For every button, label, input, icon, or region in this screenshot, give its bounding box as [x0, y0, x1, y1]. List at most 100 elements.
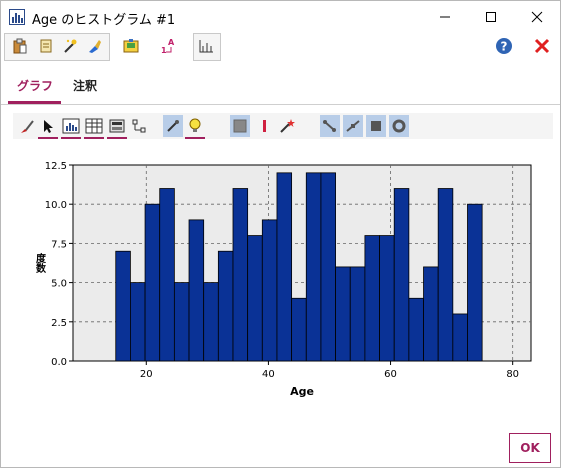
x-tick-label: 80	[506, 369, 519, 380]
main-toolbar: A1 ?	[1, 33, 560, 61]
histogram-bar	[144, 203, 161, 362]
histogram-bar	[232, 188, 249, 362]
table-icon	[85, 118, 103, 134]
magic-wand-button[interactable]	[59, 33, 81, 59]
brush-tool-icon	[21, 120, 34, 133]
chart-frame-icon	[62, 118, 80, 134]
clipboard-icon	[13, 38, 27, 54]
minimize-icon	[440, 16, 450, 18]
chart-frame-button[interactable]	[61, 115, 81, 139]
tab-graph[interactable]: グラフ	[17, 77, 53, 94]
y-tick-label: 7.5	[51, 239, 67, 250]
line-color-icon	[263, 120, 266, 132]
exit-button[interactable]	[531, 33, 553, 59]
histogram-bar	[188, 219, 205, 362]
node-button[interactable]	[129, 115, 149, 137]
window-title: Age のヒストグラム #1	[32, 13, 176, 28]
table-button[interactable]	[84, 115, 104, 139]
fill-icon	[233, 119, 247, 133]
pointer-tool-button[interactable]	[38, 115, 58, 139]
histogram-bar	[452, 313, 468, 362]
connect-line-icon	[323, 120, 336, 132]
lightbulb-button[interactable]	[185, 115, 205, 139]
tab-divider	[1, 104, 560, 105]
histogram-bar	[379, 235, 395, 362]
x-tick-label: 40	[262, 369, 275, 380]
step-line-button[interactable]	[343, 115, 363, 137]
ok-button[interactable]: OK	[509, 433, 551, 463]
histogram-bar	[276, 172, 293, 362]
explode-button[interactable]	[163, 115, 183, 137]
histogram-window: Age のヒストグラム #1 A1 ? グラフ 注釈 0.0 2.5 5.0 7…	[0, 0, 561, 468]
close-window-button[interactable]	[514, 1, 560, 33]
wand-icon	[280, 119, 295, 133]
panel-button[interactable]	[107, 115, 127, 139]
node-icon	[132, 119, 146, 133]
tab-bar: グラフ 注釈	[1, 65, 560, 105]
svg-text:1: 1	[161, 46, 167, 55]
exit-icon	[534, 38, 550, 54]
histogram-bar	[364, 235, 380, 362]
step-line-icon	[346, 120, 360, 132]
maximize-button[interactable]	[468, 1, 514, 33]
edit-button[interactable]	[35, 33, 57, 59]
square-marker-icon	[371, 121, 381, 131]
x-axis-label: Age	[290, 385, 314, 398]
grid-export-button[interactable]	[120, 33, 142, 59]
square-marker-button[interactable]	[366, 115, 386, 137]
explode-icon	[167, 120, 179, 132]
close-icon	[531, 11, 543, 23]
circle-marker-button[interactable]	[389, 115, 409, 137]
wand-button[interactable]	[277, 115, 297, 137]
svg-text:A: A	[168, 38, 175, 47]
x-axis: 20 40 60 80	[140, 361, 519, 380]
axis-button[interactable]	[195, 33, 217, 59]
histogram-bar	[115, 250, 131, 362]
histogram-bar	[159, 188, 175, 362]
lightbulb-icon	[189, 118, 201, 132]
histogram-bar	[335, 266, 351, 362]
histogram-bar	[467, 203, 483, 362]
tab-annotations[interactable]: 注釈	[73, 77, 97, 94]
y-axis: 0.0 2.5 5.0 7.5 10.0 12.5	[45, 161, 73, 368]
axis-icon	[199, 40, 213, 53]
histogram-bar	[291, 297, 307, 362]
minimize-button[interactable]	[422, 1, 468, 33]
histogram-bar	[173, 282, 190, 362]
help-button[interactable]: ?	[493, 33, 515, 59]
brush-button[interactable]	[83, 33, 105, 59]
graph-toolbar	[13, 113, 553, 139]
sort-icon: A1	[161, 38, 175, 55]
histogram-bar	[349, 266, 366, 362]
brush-icon	[89, 40, 101, 53]
y-tick-label: 10.0	[45, 200, 67, 211]
histogram-bar	[203, 282, 219, 362]
line-color-button[interactable]	[254, 115, 274, 137]
brush-tool-button[interactable]	[17, 115, 37, 137]
histogram-bar	[408, 297, 424, 362]
x-tick-label: 60	[384, 369, 397, 380]
y-tick-label: 5.0	[51, 279, 67, 290]
histogram-bar	[437, 188, 454, 362]
histogram-app-icon	[9, 9, 25, 25]
grid-export-icon	[123, 39, 139, 53]
x-tick-label: 20	[140, 369, 153, 380]
histogram-bar	[130, 282, 146, 362]
sort-button[interactable]: A1	[157, 33, 179, 59]
histogram-bar	[217, 250, 234, 362]
histogram-bar	[261, 219, 278, 362]
pointer-tool-icon	[44, 120, 53, 133]
y-tick-label: 12.5	[45, 161, 67, 172]
connect-line-button[interactable]	[320, 115, 340, 137]
histogram-chart: 0.0 2.5 5.0 7.5 10.0 12.5 20 40 60 80 Age 度数	[34, 161, 532, 398]
histogram-bar	[247, 235, 263, 362]
panel-icon	[109, 119, 125, 133]
histogram-bar	[393, 188, 410, 362]
clipboard-button[interactable]	[9, 33, 31, 59]
fill-button[interactable]	[230, 115, 250, 137]
y-axis-label: 度数	[34, 252, 46, 274]
histogram-bar	[305, 172, 322, 362]
histogram-bar	[423, 266, 439, 362]
help-icon: ?	[496, 38, 512, 54]
y-tick-label: 2.5	[51, 318, 67, 329]
